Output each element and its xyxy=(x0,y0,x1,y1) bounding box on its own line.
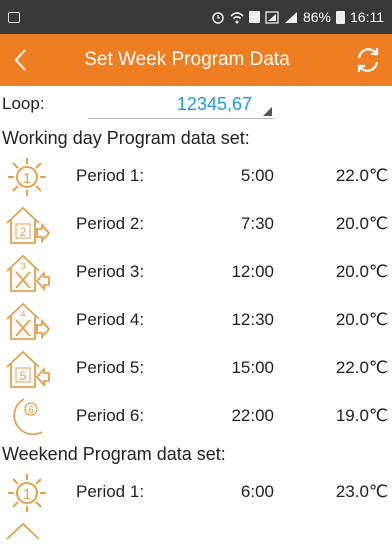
svg-text:2: 2 xyxy=(20,225,27,239)
period-time[interactable]: 5:00 xyxy=(241,166,274,186)
status-time: 16:11 xyxy=(350,9,384,25)
period-temp[interactable]: 19.0℃ xyxy=(336,406,388,426)
loop-label: Loop: xyxy=(2,94,45,113)
weekend-section-title: Weekend Program data set: xyxy=(2,444,226,464)
moon-icon: 6 xyxy=(13,398,43,436)
period-name: Period 6: xyxy=(76,406,145,425)
back-button[interactable] xyxy=(0,34,40,86)
period-name: Period 1: xyxy=(76,482,145,501)
app-notification-icon xyxy=(8,11,20,23)
period-name: Period 2: xyxy=(76,214,145,233)
period-temp[interactable]: 22.0℃ xyxy=(336,358,388,378)
sun-icon: 1 xyxy=(8,474,46,512)
working-day-period-5-row[interactable]: 5 Period 5: 15:00 22.0℃ xyxy=(0,344,392,392)
screen: 86% 16:11 Set Week Program Data Loop: 12… xyxy=(0,0,392,556)
period-time[interactable]: 12:30 xyxy=(231,310,274,330)
period-name: Period 4: xyxy=(76,310,145,329)
wifi-icon xyxy=(230,11,244,23)
period-temp[interactable]: 22.0℃ xyxy=(336,166,388,186)
leave-home-meal-icon: 4 xyxy=(6,302,50,340)
period-name: Period 3: xyxy=(76,262,145,281)
loop-dropdown[interactable]: 12345,67 xyxy=(88,90,274,119)
period-time[interactable]: 6:00 xyxy=(241,482,274,502)
period-name: Period 1: xyxy=(76,166,145,185)
working-day-section-title: Working day Program data set: xyxy=(2,128,250,148)
leave-home-icon xyxy=(6,522,40,540)
chevron-left-icon xyxy=(14,49,26,71)
svg-text:5: 5 xyxy=(20,369,27,383)
svg-text:3: 3 xyxy=(20,261,25,271)
loop-row: Loop: 12345,67 xyxy=(0,86,392,124)
sun-icon: 1 xyxy=(8,158,46,196)
working-day-period-2-row[interactable]: 2 Period 2: 7:30 20.0℃ xyxy=(0,200,392,248)
return-home-icon: 5 xyxy=(6,350,50,388)
refresh-icon xyxy=(357,48,379,72)
app-header: Set Week Program Data xyxy=(0,34,392,86)
working-day-period-1-row[interactable]: 1 Period 1: 5:00 22.0℃ xyxy=(0,152,392,200)
period-temp[interactable]: 20.0℃ xyxy=(336,262,388,282)
working-day-period-6-row[interactable]: 6 Period 6: 22:00 19.0℃ xyxy=(0,392,392,440)
battery-icon xyxy=(336,10,345,24)
signal-icon xyxy=(265,10,279,24)
period-temp[interactable]: 23.0℃ xyxy=(336,482,388,502)
battery-percent: 86% xyxy=(302,9,331,25)
svg-text:1: 1 xyxy=(23,486,31,503)
refresh-button[interactable] xyxy=(344,34,392,86)
svg-text:6: 6 xyxy=(28,405,34,416)
svg-text:4: 4 xyxy=(20,309,25,319)
alarm-icon xyxy=(212,12,224,24)
weekend-period-2-row[interactable] xyxy=(0,516,392,556)
period-temp[interactable]: 20.0℃ xyxy=(336,214,388,234)
cell-signal-icon xyxy=(284,11,297,23)
working-day-period-3-row[interactable]: 3 Period 3: 12:00 20.0℃ xyxy=(0,248,392,296)
period-time[interactable]: 22:00 xyxy=(231,406,274,426)
period-time[interactable]: 7:30 xyxy=(241,214,274,234)
return-home-meal-icon: 3 xyxy=(6,254,50,292)
leave-home-icon: 2 xyxy=(6,206,50,244)
period-time[interactable]: 15:00 xyxy=(231,358,274,378)
period-time[interactable]: 12:00 xyxy=(231,262,274,282)
period-temp[interactable]: 20.0℃ xyxy=(336,310,388,330)
svg-text:1: 1 xyxy=(23,170,31,187)
period-name: Period 5: xyxy=(76,358,145,377)
status-bar: 86% 16:11 xyxy=(0,0,392,34)
working-day-period-4-row[interactable]: 4 Period 4: 12:30 20.0℃ xyxy=(0,296,392,344)
page-title: Set Week Program Data xyxy=(84,49,290,70)
weekend-period-1-row[interactable]: 1 Period 1: 6:00 23.0℃ xyxy=(0,468,392,516)
dropdown-caret-icon xyxy=(263,107,272,116)
sim-icon xyxy=(248,11,260,23)
loop-value: 12345,67 xyxy=(176,94,252,114)
